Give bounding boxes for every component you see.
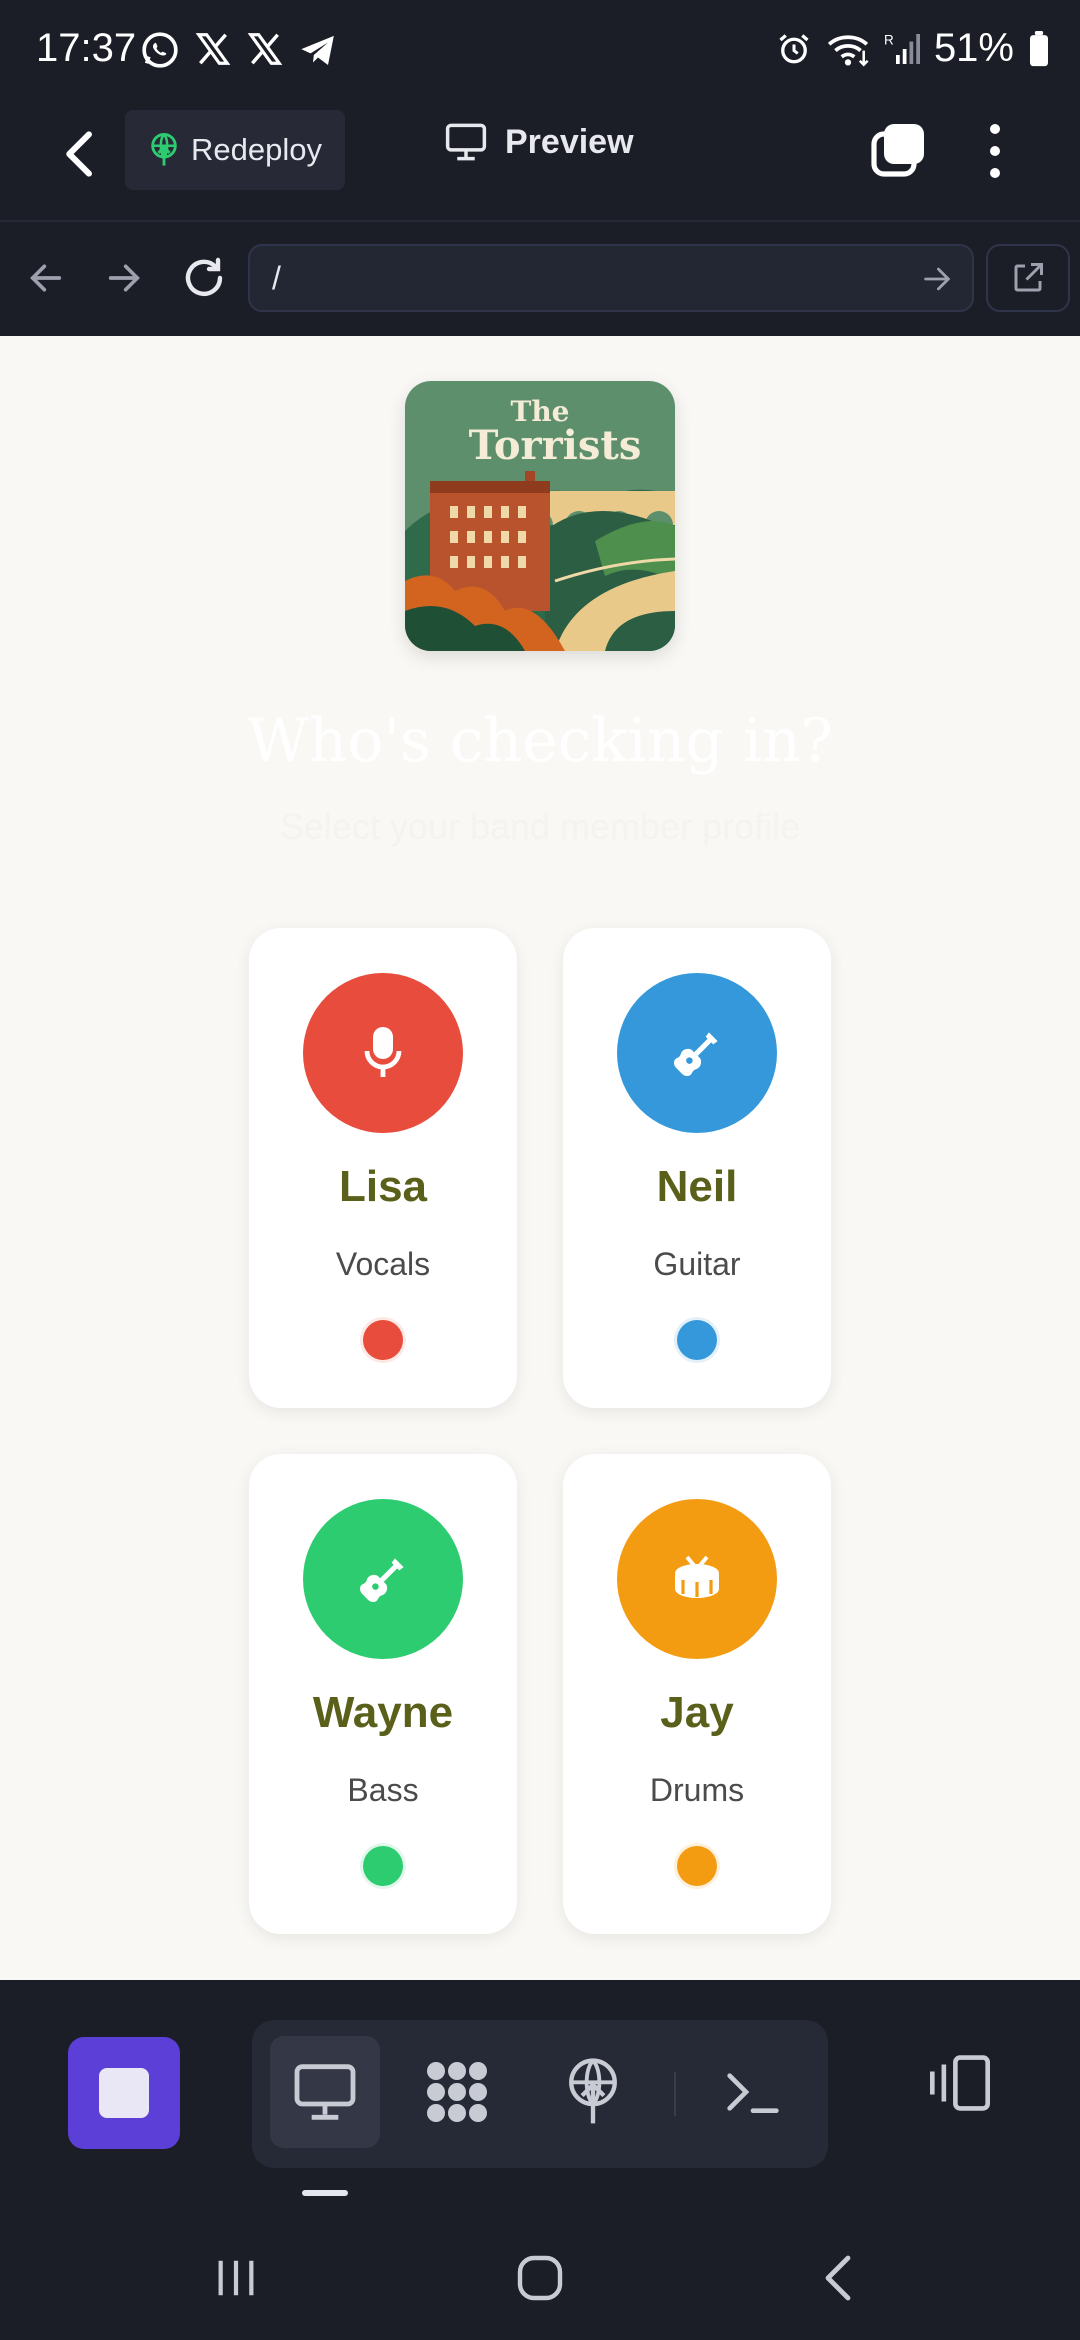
member-role: Guitar bbox=[653, 1246, 741, 1282]
stop-button[interactable] bbox=[68, 2037, 180, 2149]
deploy-icon bbox=[569, 2058, 617, 2124]
status-bar: 17:37 R 51% bbox=[0, 0, 1080, 100]
page-title: Who's checking in? bbox=[247, 706, 833, 776]
album-cover: The Torrists bbox=[405, 381, 675, 651]
member-avatar bbox=[303, 973, 463, 1133]
monitor-icon bbox=[445, 123, 487, 161]
apps-view-button[interactable] bbox=[402, 2036, 512, 2148]
member-card-wayne[interactable]: Wayne Bass bbox=[249, 1454, 517, 1934]
external-link-icon bbox=[1014, 263, 1043, 292]
web-preview: The Torrists Who's checking in? Select y… bbox=[0, 336, 1080, 1980]
x-icon bbox=[195, 33, 231, 65]
system-icons: R 51% bbox=[776, 26, 1050, 71]
member-color-dot bbox=[677, 1320, 717, 1360]
member-name: Jay bbox=[660, 1688, 734, 1737]
home-button[interactable] bbox=[500, 2238, 580, 2318]
url-input[interactable]: / bbox=[248, 244, 974, 312]
device-frame-icon bbox=[930, 2055, 990, 2111]
battery-icon bbox=[1030, 30, 1048, 66]
reload-button[interactable] bbox=[176, 250, 232, 306]
stop-icon bbox=[99, 2068, 149, 2118]
redeploy-icon bbox=[151, 133, 177, 166]
microphone-icon bbox=[364, 1027, 402, 1077]
divider bbox=[674, 2072, 676, 2116]
member-name: Wayne bbox=[312, 1688, 454, 1737]
more-dot bbox=[990, 124, 1000, 134]
view-switcher bbox=[252, 2020, 828, 2168]
member-card-neil[interactable]: Neil Guitar bbox=[563, 928, 831, 1408]
system-back-button[interactable] bbox=[800, 2238, 880, 2318]
open-external-button[interactable] bbox=[986, 244, 1070, 312]
device-toggle-button[interactable] bbox=[920, 2043, 1000, 2123]
home-icon bbox=[517, 2255, 563, 2301]
app-toolbar: Redeploy Preview bbox=[0, 100, 1080, 222]
arrow-right-icon bbox=[108, 264, 140, 292]
nav-back-button[interactable] bbox=[18, 250, 74, 306]
status-time: 17:37 bbox=[36, 26, 137, 70]
deploy-view-button[interactable] bbox=[538, 2036, 648, 2148]
go-arrow-icon[interactable] bbox=[920, 262, 954, 296]
alarm-icon bbox=[779, 33, 809, 63]
guitar-icon bbox=[359, 1558, 404, 1603]
preview-tab[interactable]: Preview bbox=[445, 122, 634, 162]
member-color-dot bbox=[363, 1846, 403, 1886]
recent-apps-button[interactable] bbox=[196, 2238, 276, 2318]
more-dot bbox=[990, 168, 1000, 178]
chevron-left-icon bbox=[66, 131, 92, 177]
member-name: Lisa bbox=[338, 1162, 428, 1211]
more-dot bbox=[990, 146, 1000, 156]
svg-text:R: R bbox=[884, 32, 894, 47]
member-role: Vocals bbox=[335, 1246, 431, 1282]
member-avatar bbox=[617, 1499, 777, 1659]
reload-icon bbox=[185, 257, 223, 296]
album-artwork: The Torrists bbox=[405, 381, 675, 651]
member-avatar bbox=[303, 1499, 463, 1659]
redeploy-button[interactable]: Redeploy bbox=[125, 110, 345, 190]
member-role: Bass bbox=[347, 1772, 419, 1808]
wifi-icon bbox=[827, 34, 869, 66]
bottom-app-bar bbox=[0, 1980, 1080, 2210]
guitar-icon bbox=[673, 1032, 718, 1077]
member-avatar bbox=[617, 973, 777, 1133]
back-icon bbox=[825, 2255, 851, 2301]
tabs-icon bbox=[871, 124, 924, 177]
whatsapp-icon bbox=[142, 32, 178, 68]
signal-icon: R bbox=[884, 32, 920, 64]
apps-icon bbox=[427, 2062, 487, 2122]
page-subtitle: Select your band member profile bbox=[279, 806, 801, 847]
nav-forward-button[interactable] bbox=[96, 250, 152, 306]
active-tab-indicator bbox=[302, 2190, 348, 2196]
back-button[interactable] bbox=[50, 124, 110, 184]
terminal-view-button[interactable] bbox=[698, 2036, 808, 2148]
preview-view-button[interactable] bbox=[270, 2036, 380, 2148]
member-card-jay[interactable]: Jay Drums bbox=[563, 1454, 831, 1934]
battery-percent: 51% bbox=[933, 26, 1014, 70]
more-options-button[interactable] bbox=[980, 120, 1010, 182]
arrow-left-icon bbox=[30, 264, 62, 292]
recents-icon bbox=[218, 2260, 254, 2296]
system-nav-bar bbox=[0, 2210, 1080, 2340]
preview-icon bbox=[294, 2064, 356, 2120]
member-name: Neil bbox=[656, 1162, 738, 1211]
member-card-lisa[interactable]: Lisa Vocals bbox=[249, 928, 517, 1408]
x-icon bbox=[247, 33, 283, 65]
notification-icons bbox=[140, 30, 338, 70]
url-bar: / bbox=[0, 222, 1080, 336]
member-color-dot bbox=[363, 1320, 403, 1360]
telegram-icon bbox=[301, 35, 334, 65]
redeploy-label: Redeploy bbox=[191, 132, 322, 167]
drum-icon bbox=[675, 1555, 719, 1598]
tabs-button[interactable] bbox=[870, 122, 926, 178]
member-color-dot bbox=[677, 1846, 717, 1886]
preview-label: Preview bbox=[505, 122, 634, 161]
url-path: / bbox=[272, 260, 281, 296]
terminal-icon bbox=[727, 2073, 779, 2113]
member-role: Drums bbox=[649, 1772, 745, 1808]
album-title-line2: Torrists bbox=[469, 422, 642, 469]
